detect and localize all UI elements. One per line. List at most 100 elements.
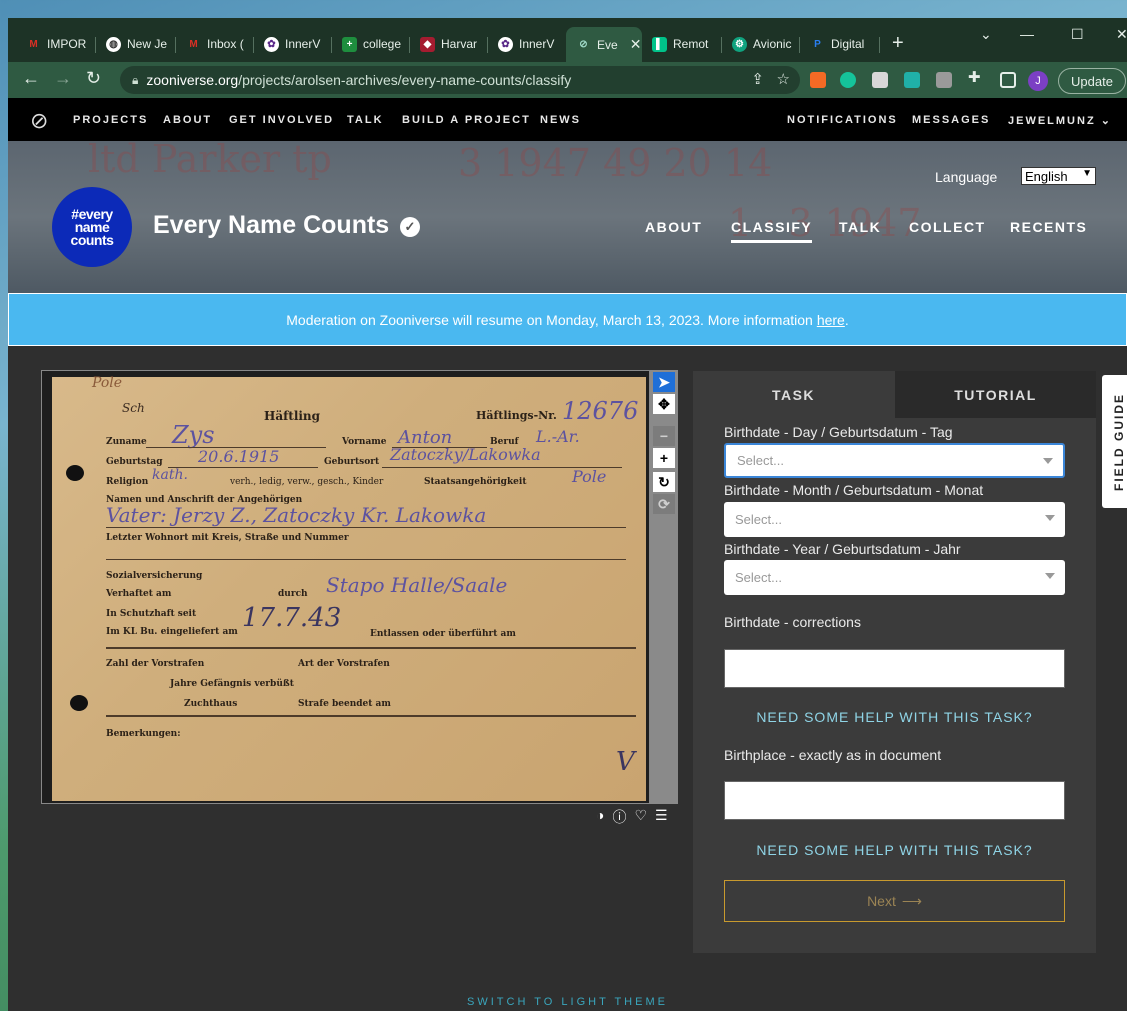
address-bar[interactable]: 🔒︎ zooniverse.org/projects/arolsen-archi…	[120, 66, 800, 94]
zoom-in-icon[interactable]: +	[653, 448, 675, 468]
favorite-heart-icon[interactable]: ♡	[634, 807, 647, 827]
pointer-icon[interactable]: ➤	[653, 372, 675, 392]
help-link[interactable]: NEED SOME HELP WITH THIS TASK?	[724, 709, 1065, 725]
reload-icon[interactable]: ↻	[86, 68, 101, 89]
project-title[interactable]: Every Name Counts	[153, 211, 389, 240]
profile-avatar[interactable]: J	[1028, 71, 1048, 91]
close-window-icon[interactable]: ✕	[1116, 26, 1127, 43]
chevron-down-icon	[1045, 515, 1055, 521]
birthplace-input[interactable]	[724, 781, 1065, 820]
subject-viewer[interactable]: Pole Sch Häftling Häftlings-Nr. 12676 Zu…	[41, 370, 650, 804]
browser-tab[interactable]: ✿ InnerV	[488, 29, 566, 59]
nav-build-a-project[interactable]: BUILD A PROJECT	[402, 114, 531, 126]
browser-tab-active[interactable]: ⊘ Eve ✕	[566, 27, 642, 62]
project-header: ltd Parker tp 3 1947 49 20 14 1 · 3 1947…	[8, 141, 1127, 293]
arrow-right-icon: ⟶	[901, 892, 922, 909]
share-icon[interactable]: ⇪	[751, 70, 764, 88]
project-nav-about[interactable]: ABOUT	[645, 219, 702, 235]
invert-icon[interactable]: ◑	[596, 807, 604, 827]
zooniverse-top-nav: ⊘ PROJECTS ABOUT GET INVOLVED TALK BUILD…	[8, 98, 1127, 141]
bookmark-star-icon[interactable]: ☆	[777, 70, 790, 88]
browser-toolbar: ← → ↻ 🔒︎ zooniverse.org/projects/arolsen…	[8, 62, 1127, 98]
browser-tab[interactable]: ✿ InnerV	[254, 29, 332, 59]
language-label: Language	[935, 169, 998, 185]
chevron-down-icon: ▼	[1082, 168, 1092, 179]
verified-check-icon: ✓	[400, 217, 420, 237]
nav-user-menu[interactable]: JEWELMUNZ ⌄	[1008, 114, 1112, 127]
back-icon[interactable]: ←	[22, 68, 40, 89]
extension-icon[interactable]	[904, 72, 920, 88]
side-panel-icon[interactable]	[1000, 72, 1016, 88]
project-nav-collect[interactable]: COLLECT	[909, 219, 986, 235]
project-nav-talk[interactable]: TALK	[839, 219, 881, 235]
birthdate-corrections-label: Birthdate - corrections	[724, 614, 861, 630]
tab-search-icon[interactable]: ⌄	[980, 26, 992, 43]
nav-get-involved[interactable]: GET INVOLVED	[229, 114, 334, 126]
prisoner-card-image: Pole Sch Häftling Häftlings-Nr. 12676 Zu…	[52, 375, 646, 801]
nav-notifications[interactable]: NOTIFICATIONS	[787, 114, 898, 126]
browser-tab[interactable]: ◆ Harvar	[410, 29, 488, 59]
browser-chrome: M IMPOR ◍ New Je M Inbox ( ✿ InnerV + co…	[8, 18, 1127, 98]
classify-area: Pole Sch Häftling Häftlings-Nr. 12676 Zu…	[8, 346, 1127, 1011]
extension-icon[interactable]	[872, 72, 888, 88]
browser-tab[interactable]: ▌ Remot	[642, 29, 722, 59]
birthdate-year-select[interactable]: Select...	[724, 560, 1065, 595]
reset-icon[interactable]: ⟳	[653, 494, 675, 514]
innerv-icon: ✿	[498, 36, 513, 52]
browser-tab[interactable]: + college	[332, 29, 410, 59]
remote-icon: ▌	[652, 36, 667, 52]
info-icon[interactable]: ⓘ	[612, 807, 626, 827]
browser-tab[interactable]: P Digital	[800, 29, 880, 59]
grammarly-icon[interactable]	[840, 72, 856, 88]
browser-tab[interactable]: M IMPOR	[16, 29, 96, 59]
move-icon[interactable]: ✥	[653, 394, 675, 414]
rotate-icon[interactable]: ↻	[653, 472, 675, 492]
forward-icon[interactable]: →	[54, 68, 72, 89]
browser-tab[interactable]: M Inbox (	[176, 29, 254, 59]
gmail-icon: M	[29, 38, 38, 50]
update-button[interactable]: Update	[1058, 68, 1126, 94]
birthdate-day-label: Birthdate - Day / Geburtsdatum - Tag	[724, 424, 953, 440]
close-tab-icon[interactable]: ✕	[630, 36, 642, 53]
project-avatar[interactable]: #every name counts	[52, 187, 132, 267]
zooniverse-logo-icon[interactable]: ⊘	[30, 108, 48, 134]
language-select[interactable]: English ▼	[1021, 167, 1096, 185]
help-link[interactable]: NEED SOME HELP WITH THIS TASK?	[724, 842, 1065, 858]
extensions-puzzle-icon[interactable]: ✚	[968, 68, 984, 86]
innerv-icon: ✿	[264, 36, 279, 52]
project-nav-classify[interactable]: CLASSIFY	[731, 219, 813, 243]
globe-icon: ◍	[106, 36, 121, 52]
banner-link[interactable]: here	[817, 312, 845, 328]
nav-news[interactable]: NEWS	[540, 114, 581, 126]
nav-messages[interactable]: MESSAGES	[912, 114, 990, 126]
birthdate-month-label: Birthdate - Month / Geburtsdatum - Monat	[724, 482, 984, 498]
tab-task[interactable]: TASK	[693, 371, 894, 418]
sheets-icon: +	[342, 36, 357, 52]
maximize-icon[interactable]: ☐	[1071, 26, 1084, 43]
browser-tab[interactable]: ◍ New Je	[96, 29, 176, 59]
minimize-icon[interactable]: —	[1020, 26, 1034, 42]
nav-talk[interactable]: TALK	[347, 114, 384, 126]
birthdate-month-select[interactable]: Select...	[724, 502, 1065, 537]
new-tab-icon[interactable]: +	[892, 32, 904, 55]
gmail-icon: M	[189, 38, 198, 50]
nav-about[interactable]: ABOUT	[163, 114, 212, 126]
extension-icon[interactable]	[936, 72, 952, 88]
birthdate-year-label: Birthdate - Year / Geburtsdatum - Jahr	[724, 541, 961, 557]
tab-tutorial[interactable]: TUTORIAL	[895, 371, 1096, 418]
nav-projects[interactable]: PROJECTS	[73, 114, 148, 126]
birthdate-corrections-input[interactable]	[724, 649, 1065, 688]
collections-list-icon[interactable]: ☰	[655, 807, 668, 827]
browser-tab[interactable]: ⚙ Avionic	[722, 29, 800, 59]
field-guide-tab[interactable]: FIELD GUIDE	[1102, 375, 1127, 508]
next-button[interactable]: Next ⟶	[724, 880, 1065, 922]
image-toolbar: ➤ ✥ − + ↻ ⟳	[650, 370, 678, 804]
project-nav-recents[interactable]: RECENTS	[1010, 219, 1087, 235]
paypal-icon: P	[814, 38, 821, 50]
zoom-out-icon[interactable]: −	[653, 426, 675, 446]
birthdate-day-select[interactable]: Select...	[724, 443, 1065, 478]
chevron-down-icon	[1043, 458, 1053, 464]
switch-theme-link[interactable]: SWITCH TO LIGHT THEME	[8, 996, 1127, 1008]
extension-icon[interactable]	[810, 72, 826, 88]
openai-icon: ⚙	[732, 36, 747, 52]
